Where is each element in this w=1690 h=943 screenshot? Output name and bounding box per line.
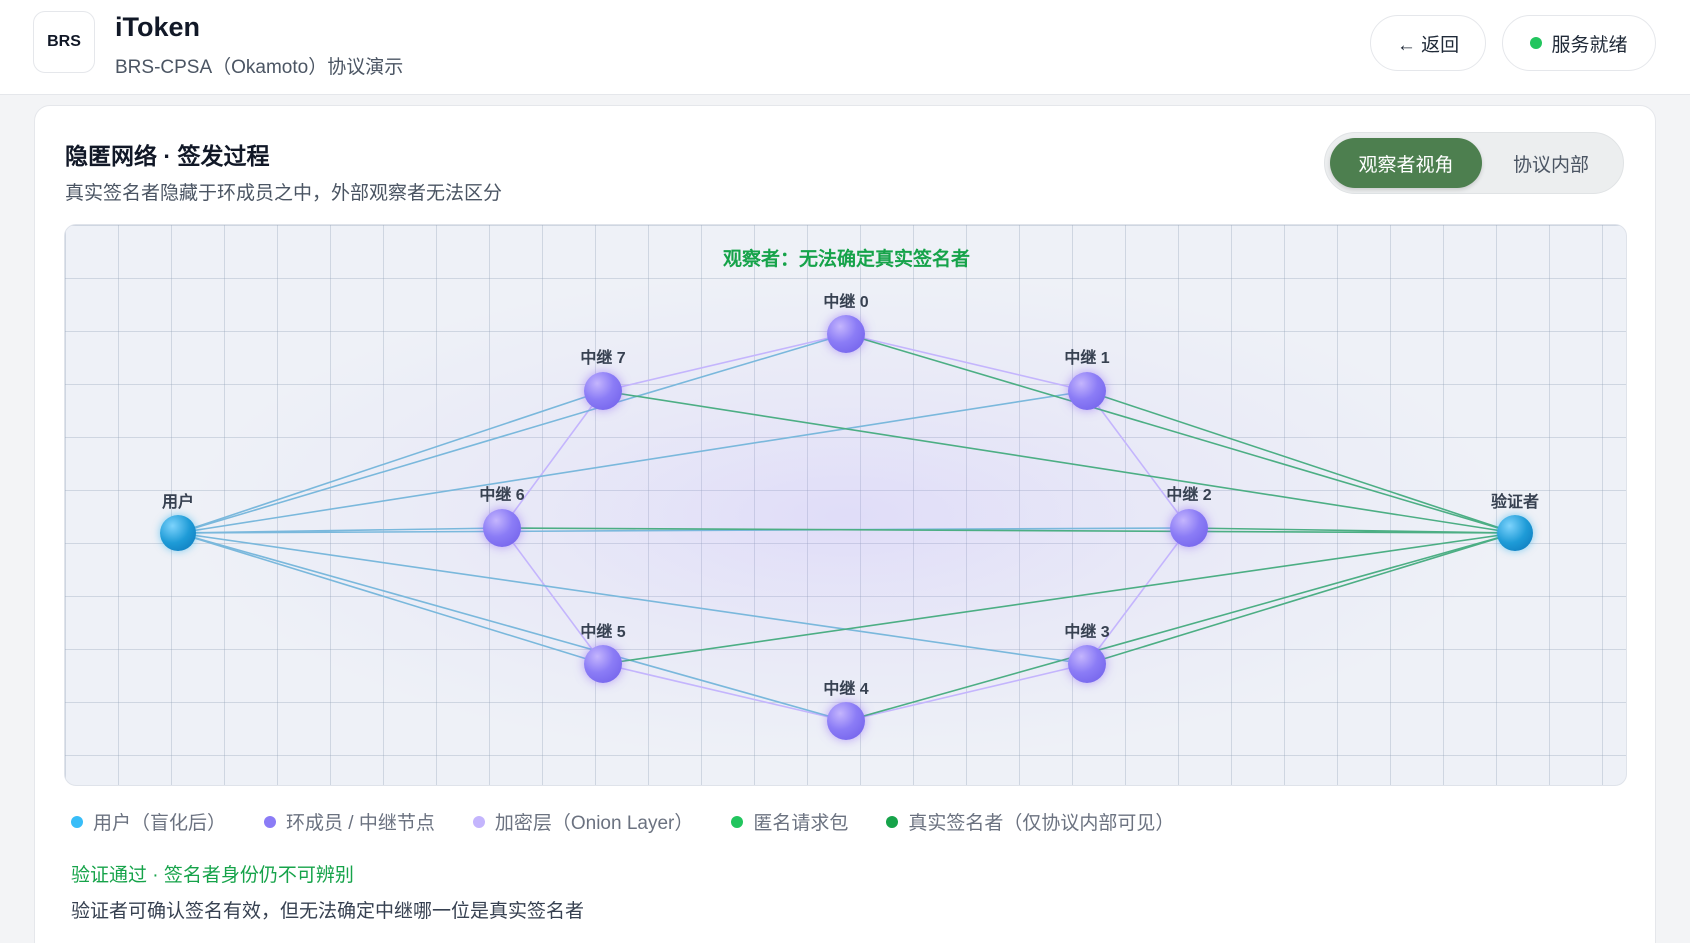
legend-label: 加密层（Onion Layer） [494, 813, 694, 834]
relay-7-node[interactable] [584, 372, 622, 410]
legend-item-anon-request: 匿名请求包 [731, 808, 848, 835]
relay-1-label: 中继 1 [1064, 350, 1110, 367]
relay-3-label: 中继 3 [1064, 624, 1110, 641]
user-link [177, 532, 604, 665]
relay-5-node[interactable] [584, 645, 622, 683]
legend-item-onion-layer: 加密层（Onion Layer） [472, 808, 694, 835]
top-bar: BRS iToken BRS-CPSA（Okamoto）协议演示 ← 返回 服务… [0, 0, 1690, 95]
toggle-protocol-internal[interactable]: 协议内部 [1482, 138, 1620, 188]
onion-link [501, 527, 604, 665]
relay-0-node[interactable] [827, 315, 865, 353]
legend-item-real-signer: 真实签名者（仅协议内部可见） [886, 808, 1174, 835]
relay-5-label: 中继 5 [580, 624, 626, 641]
legend-label: 环成员 / 中继节点 [286, 813, 435, 834]
legend-label: 匿名请求包 [753, 813, 849, 834]
user-link [177, 532, 847, 722]
legend-label: 用户（盲化后） [93, 813, 227, 834]
anon-link [1086, 532, 1516, 665]
verification-title: 验证通过 · 签名者身份仍不可辨别 [71, 865, 354, 886]
panel-subtitle: 真实签名者隐藏于环成员之中，外部观察者无法区分 [65, 183, 503, 204]
onion-link [1086, 527, 1190, 665]
relay-1-node[interactable] [1068, 372, 1106, 410]
legend-dot-icon [731, 815, 744, 828]
relay-2-label: 中继 2 [1166, 487, 1212, 504]
relay-2-node[interactable] [1170, 509, 1208, 547]
anon-request-links [501, 333, 1516, 722]
status-dot-icon [1530, 37, 1543, 49]
network-diagram: 观察者：无法确定真实签名者 中继 0 中继 1 中继 2 中继 3 中继 4 中… [64, 224, 1627, 786]
app-logo: BRS [33, 11, 95, 73]
user-label: 用户 [161, 494, 195, 511]
relay-4-node[interactable] [827, 702, 865, 740]
verification-description: 验证者可确认签名有效，但无法确定中继哪一位是真实签名者 [71, 901, 585, 922]
back-button[interactable]: ← 返回 [1370, 15, 1486, 71]
user-links [177, 333, 1190, 722]
onion-link [845, 333, 1088, 392]
app-title: iToken [115, 12, 201, 42]
verifier-node[interactable] [1497, 515, 1533, 551]
onion-link [845, 663, 1088, 722]
legend-dot-icon [886, 815, 899, 828]
legend-label: 真实签名者（仅协议内部可见） [908, 813, 1175, 834]
user-link [177, 532, 1088, 665]
view-toggle: 观察者视角 协议内部 [1324, 132, 1624, 194]
user-node[interactable] [160, 515, 196, 551]
relay-7-label: 中继 7 [580, 350, 626, 367]
legend-dot-icon [472, 815, 485, 828]
relay-4-label: 中继 4 [823, 681, 869, 698]
legend: 用户（盲化后） 环成员 / 中继节点 加密层（Onion Layer） 匿名请求… [71, 808, 1212, 835]
user-link [177, 390, 1088, 534]
anon-link [602, 532, 1516, 665]
anon-link [845, 532, 1516, 722]
anon-link [1086, 390, 1516, 534]
user-link [177, 390, 604, 534]
relay-3-node[interactable] [1068, 645, 1106, 683]
anon-link [602, 390, 1516, 534]
legend-item-relay: 环成员 / 中继节点 [264, 808, 435, 835]
relay-6-node[interactable] [483, 509, 521, 547]
service-status-label: 服务就绪 [1551, 34, 1628, 56]
onion-link [602, 663, 847, 722]
relay-0-label: 中继 0 [823, 294, 869, 311]
app-subtitle: BRS-CPSA（Okamoto）协议演示 [115, 57, 404, 78]
legend-dot-icon [71, 815, 83, 828]
observer-message: 观察者：无法确定真实签名者 [722, 249, 970, 270]
service-status-button[interactable]: 服务就绪 [1502, 15, 1656, 71]
legend-dot-icon [264, 815, 277, 828]
toggle-observer-view[interactable]: 观察者视角 [1330, 138, 1482, 188]
legend-item-user: 用户（盲化后） [71, 808, 226, 835]
relay-6-label: 中继 6 [479, 487, 525, 504]
back-button-label: ← 返回 [1396, 34, 1460, 56]
panel-title: 隐匿网络 · 签发过程 [65, 143, 270, 169]
onion-link [602, 333, 847, 392]
verifier-label: 验证者 [1490, 494, 1540, 511]
onion-link [1086, 390, 1190, 529]
